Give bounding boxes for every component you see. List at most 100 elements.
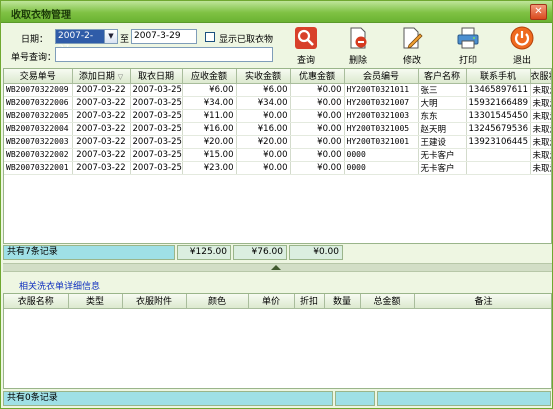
cell-order-no: WB20070322001: [4, 161, 73, 175]
detail-section-title: 相关洗衣单详细信息: [19, 282, 101, 292]
cell-discount: ¥0.00: [290, 161, 345, 175]
col-total[interactable]: 总金额: [360, 294, 415, 309]
search-icon: [295, 27, 317, 49]
cell-order-no: WB20070322002: [4, 148, 73, 162]
cell-pickup-date: 2007-03-25: [130, 161, 183, 175]
cell-member-no: HY200T0321005: [344, 122, 419, 136]
delete-label: 删除: [348, 56, 367, 66]
col-add-date[interactable]: 添加日期 ▽: [72, 69, 131, 84]
order-search-input[interactable]: [55, 47, 273, 62]
cell-customer: 无卡客户: [418, 148, 467, 162]
total-amount-due: ¥125.00: [177, 245, 231, 260]
cell-amount-paid: ¥34.00: [236, 96, 291, 110]
query-button[interactable]: 查询: [287, 26, 325, 68]
col-remark[interactable]: 备注: [414, 294, 551, 309]
cell-status: 未取走: [530, 135, 551, 149]
cell-amount-due: ¥34.00: [182, 96, 237, 110]
exit-button[interactable]: 退出: [503, 26, 541, 68]
col-accessory[interactable]: 衣服附件: [122, 294, 187, 309]
col-cloth-name[interactable]: 衣服名称: [4, 294, 69, 309]
cell-phone: 13245679536: [466, 122, 531, 136]
cell-discount: ¥0.00: [290, 148, 345, 162]
delete-icon: [350, 27, 367, 49]
col-quantity[interactable]: 数量: [324, 294, 361, 309]
cell-phone: 15932166489: [466, 96, 531, 110]
detail-table: 衣服名称 类型 衣服附件 颜色 单价 折扣 数量 总金额 备注: [3, 293, 552, 389]
cell-add-date: 2007-03-22: [72, 96, 131, 110]
delete-button[interactable]: 删除: [339, 26, 377, 68]
collapse-arrow-icon[interactable]: [271, 265, 281, 270]
col-unit-price[interactable]: 单价: [248, 294, 295, 309]
col-discount[interactable]: 优惠金额: [290, 69, 345, 84]
cell-amount-paid: ¥0.00: [236, 109, 291, 123]
col-customer[interactable]: 客户名称: [418, 69, 467, 84]
table-row[interactable]: WB20070322002 2007-03-22 2007-03-25 ¥15.…: [4, 148, 551, 162]
cell-customer: 东东: [418, 109, 467, 123]
cell-amount-paid: ¥20.00: [236, 135, 291, 149]
cell-amount-due: ¥20.00: [182, 135, 237, 149]
detail-header-row: 衣服名称 类型 衣服附件 颜色 单价 折扣 数量 总金额 备注: [4, 294, 551, 309]
col-phone[interactable]: 联系手机: [466, 69, 531, 84]
cell-amount-due: ¥23.00: [182, 161, 237, 175]
cell-add-date: 2007-03-22: [72, 122, 131, 136]
cell-discount: ¥0.00: [290, 135, 345, 149]
panel-splitter[interactable]: [3, 263, 552, 272]
show-collected-checkbox[interactable]: [205, 32, 215, 42]
cell-status: 未取走: [530, 148, 551, 162]
order-search-label: 单号查询：: [11, 53, 57, 63]
detail-footer-cell: [335, 391, 375, 406]
printer-icon: [457, 27, 479, 49]
table-row[interactable]: WB20070322009 2007-03-22 2007-03-25 ¥6.0…: [4, 83, 551, 97]
cell-pickup-date: 2007-03-25: [130, 96, 183, 110]
power-icon: [510, 26, 534, 50]
table-row[interactable]: WB20070322006 2007-03-22 2007-03-25 ¥34.…: [4, 96, 551, 110]
col-amount-paid[interactable]: 实收金额: [236, 69, 291, 84]
orders-header-row: 交易单号 添加日期 ▽ 取衣日期 应收金额 实收金额 优惠金额 会员编号 客户名…: [4, 69, 551, 84]
table-row[interactable]: WB20070322001 2007-03-22 2007-03-25 ¥23.…: [4, 161, 551, 175]
cell-pickup-date: 2007-03-25: [130, 148, 183, 162]
cell-phone: 13465897611: [466, 83, 531, 97]
table-row[interactable]: WB20070322004 2007-03-22 2007-03-25 ¥16.…: [4, 122, 551, 136]
col-amount-due[interactable]: 应收金额: [182, 69, 237, 84]
cell-pickup-date: 2007-03-25: [130, 122, 183, 136]
cell-amount-paid: ¥0.00: [236, 161, 291, 175]
cell-amount-due: ¥16.00: [182, 122, 237, 136]
cell-pickup-date: 2007-03-25: [130, 109, 183, 123]
cell-amount-due: ¥15.00: [182, 148, 237, 162]
cell-member-no: 0000: [344, 148, 419, 162]
cell-discount: ¥0.00: [290, 83, 345, 97]
edit-button[interactable]: 修改: [393, 26, 431, 68]
col-pickup-date[interactable]: 取衣日期: [130, 69, 183, 84]
table-row[interactable]: WB20070322003 2007-03-22 2007-03-25 ¥20.…: [4, 135, 551, 149]
table-row[interactable]: WB20070322005 2007-03-22 2007-03-25 ¥11.…: [4, 109, 551, 123]
cell-member-no: HY200T0321007: [344, 96, 419, 110]
col-color[interactable]: 颜色: [186, 294, 249, 309]
col-type[interactable]: 类型: [68, 294, 123, 309]
col-member-no[interactable]: 会员编号: [344, 69, 419, 84]
close-button[interactable]: ✕: [530, 4, 547, 20]
cell-pickup-date: 2007-03-25: [130, 135, 183, 149]
col-status[interactable]: 衣服状态: [530, 69, 551, 84]
cell-amount-due: ¥6.00: [182, 83, 237, 97]
cell-order-no: WB20070322003: [4, 135, 73, 149]
detail-record-count: 共有0条记录: [3, 391, 333, 406]
cell-add-date: 2007-03-22: [72, 148, 131, 162]
print-label: 打印: [458, 56, 477, 66]
col-discount-rate[interactable]: 折扣: [294, 294, 325, 309]
cell-order-no: WB20070322009: [4, 83, 73, 97]
date-from-dropdown[interactable]: ▼: [104, 29, 118, 44]
to-label: 至: [120, 35, 130, 45]
detail-footer-cell: [377, 391, 551, 406]
orders-table: 交易单号 添加日期 ▽ 取衣日期 应收金额 实收金额 优惠金额 会员编号 客户名…: [3, 68, 552, 244]
cell-member-no: HY200T0321001: [344, 135, 419, 149]
cell-discount: ¥0.00: [290, 96, 345, 110]
total-amount-paid: ¥76.00: [233, 245, 287, 260]
orders-body: WB20070322009 2007-03-22 2007-03-25 ¥6.0…: [4, 83, 551, 175]
edit-label: 修改: [402, 56, 421, 66]
cell-phone: 13923106445: [466, 135, 531, 149]
col-order-no[interactable]: 交易单号: [4, 69, 73, 84]
date-from-input[interactable]: 2007-2-27: [55, 29, 105, 54]
cell-customer: 无卡客户: [418, 161, 467, 175]
date-to-input[interactable]: 2007-3-29: [131, 29, 197, 44]
print-button[interactable]: 打印: [449, 26, 487, 68]
